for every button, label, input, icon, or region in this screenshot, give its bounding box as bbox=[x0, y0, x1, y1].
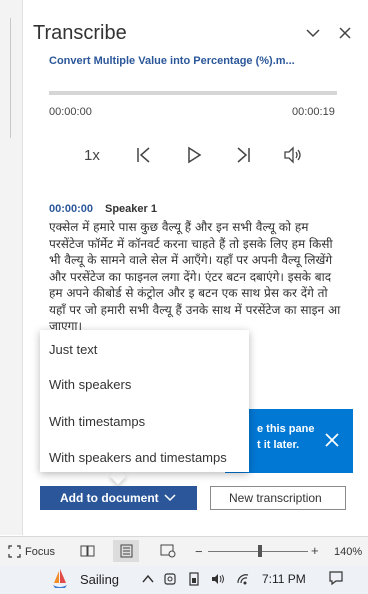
add-to-document-label: Add to document bbox=[60, 491, 159, 505]
speaker-icon[interactable] bbox=[210, 572, 226, 586]
transcript-timestamp[interactable]: 00:00:00 bbox=[49, 203, 93, 215]
focus-mode-button[interactable]: Focus bbox=[25, 546, 55, 558]
volume-icon[interactable] bbox=[282, 144, 304, 166]
transcript-text: एक्सेल में हमारे पास कुछ वैल्यू हैं और इ… bbox=[49, 220, 341, 333]
total-duration: 00:00:19 bbox=[292, 106, 335, 118]
zoom-in-button[interactable]: + bbox=[311, 543, 319, 558]
print-layout-icon[interactable] bbox=[119, 544, 134, 558]
add-to-document-button[interactable]: Add to document bbox=[40, 486, 197, 510]
battery-icon[interactable] bbox=[186, 572, 202, 586]
menu-item-with-timestamps[interactable]: With timestamps bbox=[49, 414, 145, 429]
read-mode-icon[interactable] bbox=[80, 544, 95, 558]
chevron-down-icon[interactable] bbox=[302, 22, 324, 44]
add-to-document-menu: Just text With speakers With timestamps … bbox=[40, 330, 249, 472]
new-transcription-label: New transcription bbox=[229, 491, 322, 505]
zoom-out-button[interactable]: − bbox=[195, 544, 203, 559]
play-icon[interactable] bbox=[183, 144, 205, 166]
document-margin-line bbox=[10, 18, 11, 138]
focus-icon[interactable] bbox=[8, 545, 21, 558]
chevron-up-icon[interactable] bbox=[140, 572, 156, 586]
meet-now-icon[interactable] bbox=[162, 572, 178, 586]
chevron-down-icon bbox=[164, 494, 176, 502]
playback-progress-bar[interactable] bbox=[49, 91, 337, 95]
taskbar-clock[interactable]: 7:11 PM bbox=[262, 572, 306, 586]
weather-label[interactable]: Sailing bbox=[80, 572, 119, 587]
current-time: 00:00:00 bbox=[49, 106, 92, 118]
close-icon[interactable] bbox=[334, 22, 356, 44]
menu-item-with-speakers-and-timestamps[interactable]: With speakers and timestamps bbox=[49, 450, 227, 465]
wifi-icon[interactable] bbox=[236, 572, 252, 586]
document-edge bbox=[0, 0, 23, 535]
playback-speed-button[interactable]: 1x bbox=[84, 147, 100, 164]
menu-item-with-speakers[interactable]: With speakers bbox=[49, 377, 131, 392]
skip-forward-icon[interactable] bbox=[232, 144, 254, 166]
web-layout-icon[interactable] bbox=[160, 544, 176, 558]
new-transcription-button[interactable]: New transcription bbox=[210, 486, 346, 510]
zoom-level[interactable]: 140% bbox=[334, 546, 362, 558]
notification-text: e this pane t it later. bbox=[257, 423, 315, 451]
menu-item-just-text[interactable]: Just text bbox=[49, 342, 97, 357]
skip-back-icon[interactable] bbox=[133, 144, 155, 166]
notification-center-icon[interactable] bbox=[328, 570, 344, 586]
audio-file-name[interactable]: Convert Multiple Value into Percentage (… bbox=[49, 55, 319, 67]
sailing-weather-icon[interactable] bbox=[52, 567, 68, 591]
transcript-speaker: Speaker 1 bbox=[105, 203, 157, 215]
zoom-slider-thumb[interactable] bbox=[258, 545, 262, 557]
pane-title: Transcribe bbox=[33, 22, 127, 44]
close-icon[interactable] bbox=[323, 431, 341, 449]
